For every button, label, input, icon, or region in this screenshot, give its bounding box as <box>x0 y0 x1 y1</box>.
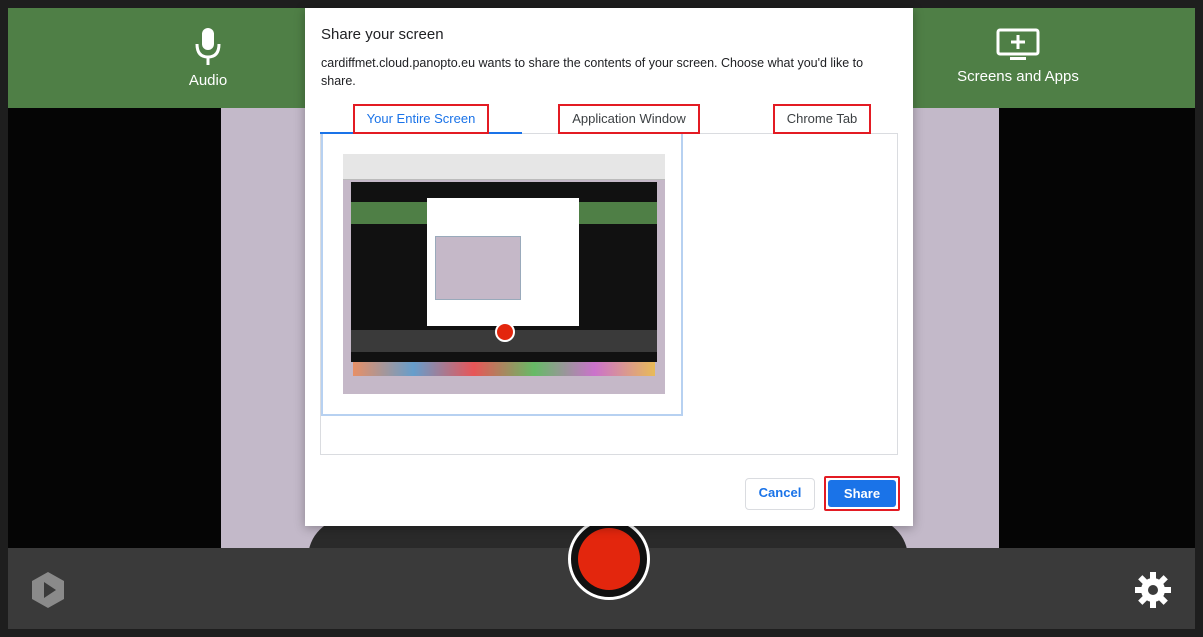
dialog-subtitle: cardiffmet.cloud.panopto.eu wants to sha… <box>321 56 864 88</box>
tab-entire-screen-label: Your Entire Screen <box>352 104 490 134</box>
share-screen-dialog: Share your screen cardiffmet.cloud.panop… <box>305 8 913 526</box>
record-dot <box>578 528 640 590</box>
gear-icon[interactable] <box>1133 570 1173 610</box>
tab-chrome-tab-label: Chrome Tab <box>772 104 872 134</box>
audio-label: Audio <box>188 72 228 89</box>
tab-chrome-tab[interactable]: Chrome Tab <box>746 104 898 134</box>
tab-application-window[interactable]: Application Window <box>552 104 706 134</box>
audio-button[interactable]: Audio <box>168 8 248 108</box>
cancel-button[interactable]: Cancel <box>745 478 815 510</box>
recorder-window: Audio Screens and Apps Share your screen… <box>0 0 1203 637</box>
microphone-icon <box>195 28 221 65</box>
thumbnail-record-dot <box>495 322 515 342</box>
share-button[interactable]: Share <box>828 480 896 507</box>
tab-entire-screen[interactable]: Your Entire Screen <box>320 104 522 134</box>
screen-thumbnail <box>343 154 665 394</box>
panopto-logo-icon <box>32 572 64 608</box>
record-button[interactable] <box>568 518 650 600</box>
thumbnail-dialog <box>427 198 579 326</box>
thumbnail-menubar <box>343 154 665 180</box>
share-button-highlight: Share <box>824 476 900 511</box>
screens-and-apps-button[interactable]: Screens and Apps <box>938 8 1098 108</box>
thumbnail-dock <box>353 362 655 376</box>
add-screen-icon <box>996 28 1040 60</box>
tab-panel <box>320 134 898 455</box>
share-tabs: Your Entire Screen Application Window Ch… <box>320 102 898 134</box>
dialog-title: Share your screen <box>321 26 444 43</box>
screen-option-card[interactable] <box>321 134 683 416</box>
tab-application-window-label: Application Window <box>558 104 700 134</box>
screens-label: Screens and Apps <box>957 68 1079 85</box>
thumbnail-window <box>351 182 657 362</box>
thumbnail-nested-preview <box>435 236 521 300</box>
